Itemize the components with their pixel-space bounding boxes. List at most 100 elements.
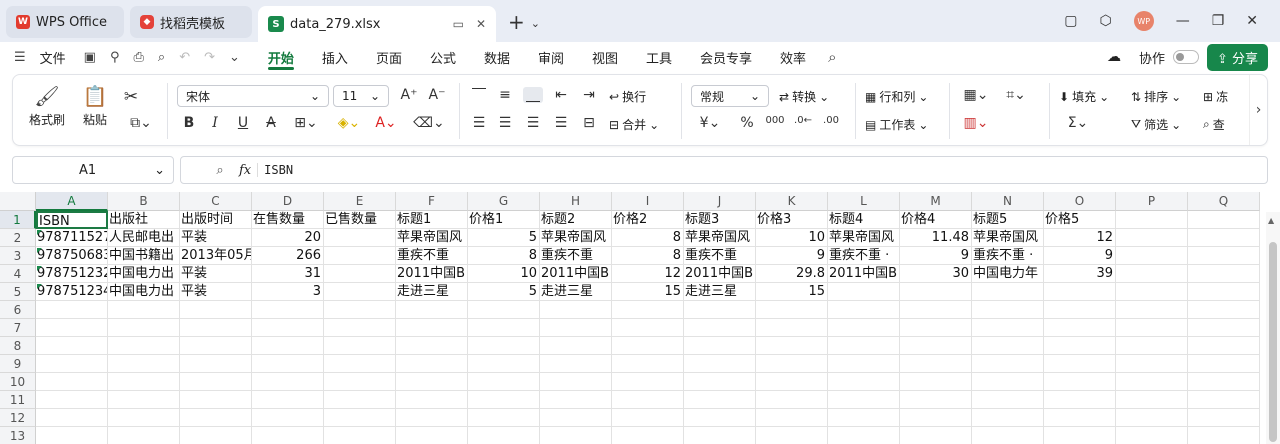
cell-c11[interactable] <box>180 391 252 409</box>
cell-i6[interactable] <box>612 301 684 319</box>
number-format-select[interactable]: 常规 ⌄ <box>691 85 769 107</box>
cell-j3[interactable]: 重疾不重 <box>684 247 756 265</box>
cell-c4[interactable]: 平装 <box>180 265 252 283</box>
cell-k4[interactable]: 29.8 <box>756 265 828 283</box>
decrease-font-icon[interactable]: A⁻ <box>427 87 447 103</box>
select-all-corner[interactable] <box>0 192 36 211</box>
cell-i9[interactable] <box>612 355 684 373</box>
cell-p4[interactable] <box>1116 265 1188 283</box>
cell-h6[interactable] <box>540 301 612 319</box>
column-header-i[interactable]: I <box>612 192 684 211</box>
formula-input[interactable]: ⌕ fx ISBN <box>180 156 1268 184</box>
cell-o13[interactable] <box>1044 427 1116 444</box>
cell-m12[interactable] <box>900 409 972 427</box>
cell-c5[interactable]: 平装 <box>180 283 252 301</box>
row-header-6[interactable]: 6 <box>0 301 36 319</box>
print-icon[interactable]: ⎙ <box>134 50 144 65</box>
cell-k7[interactable] <box>756 319 828 337</box>
column-header-j[interactable]: J <box>684 192 756 211</box>
cell-e2[interactable] <box>324 229 396 247</box>
column-header-b[interactable]: B <box>108 192 180 211</box>
cell-j4[interactable]: 2011中国B <box>684 265 756 283</box>
avatar[interactable]: WP <box>1133 11 1154 31</box>
currency-icon[interactable]: ¥⌄ <box>695 115 725 131</box>
cell-a9[interactable] <box>36 355 108 373</box>
hamburger-icon[interactable]: ☰ <box>14 50 26 65</box>
cell-o5[interactable] <box>1044 283 1116 301</box>
column-header-n[interactable]: N <box>972 192 1044 211</box>
cell-f11[interactable] <box>396 391 468 409</box>
cell-b4[interactable]: 中国电力出 <box>108 265 180 283</box>
cell-i1[interactable]: 价格2 <box>612 211 684 229</box>
cell-a11[interactable] <box>36 391 108 409</box>
minimize-icon[interactable]: — <box>1176 13 1190 29</box>
cell-p7[interactable] <box>1116 319 1188 337</box>
tablet-mode-icon[interactable]: ▢ <box>1064 13 1077 29</box>
cell-j8[interactable] <box>684 337 756 355</box>
column-header-p[interactable]: P <box>1116 192 1188 211</box>
cell-o12[interactable] <box>1044 409 1116 427</box>
cell-c6[interactable] <box>180 301 252 319</box>
cell-k6[interactable] <box>756 301 828 319</box>
cell-i7[interactable] <box>612 319 684 337</box>
cell-h13[interactable] <box>540 427 612 444</box>
increase-decimal-icon[interactable]: .0← <box>793 115 813 126</box>
cell-g3[interactable]: 8 <box>468 247 540 265</box>
cell-m7[interactable] <box>900 319 972 337</box>
cell-p11[interactable] <box>1116 391 1188 409</box>
align-right-icon[interactable]: ☰ <box>523 115 543 131</box>
search-icon[interactable]: ⌕ <box>828 48 836 66</box>
cell-l10[interactable] <box>828 373 900 391</box>
tab-wps-office[interactable]: W WPS Office <box>6 6 124 38</box>
cell-h3[interactable]: 重疾不重 <box>540 247 612 265</box>
row-header-9[interactable]: 9 <box>0 355 36 373</box>
row-header-12[interactable]: 12 <box>0 409 36 427</box>
tab-insert[interactable]: 插入 <box>308 42 362 72</box>
tab-formula[interactable]: 公式 <box>416 42 470 72</box>
cell-b10[interactable] <box>108 373 180 391</box>
cell-j5[interactable]: 走进三星 <box>684 283 756 301</box>
column-header-g[interactable]: G <box>468 192 540 211</box>
cell-p13[interactable] <box>1116 427 1188 444</box>
cell-j10[interactable] <box>684 373 756 391</box>
cell-o7[interactable] <box>1044 319 1116 337</box>
cell-i10[interactable] <box>612 373 684 391</box>
border-icon[interactable]: ⊞⌄ <box>291 115 321 131</box>
cell-q7[interactable] <box>1188 319 1260 337</box>
merge-button[interactable]: ⊟ 合并 ⌄ <box>609 116 659 133</box>
column-header-f[interactable]: F <box>396 192 468 211</box>
rows-columns-button[interactable]: ▦ 行和列 ⌄ <box>865 88 928 105</box>
tab-home[interactable]: 开始 <box>254 42 308 72</box>
cell-b9[interactable] <box>108 355 180 373</box>
cell-f4[interactable]: 2011中国B <box>396 265 468 283</box>
cell-e4[interactable] <box>324 265 396 283</box>
cell-a6[interactable] <box>36 301 108 319</box>
cell-d7[interactable] <box>252 319 324 337</box>
paste-button[interactable]: 📋 粘贴 <box>75 85 115 128</box>
cell-p9[interactable] <box>1116 355 1188 373</box>
cell-g9[interactable] <box>468 355 540 373</box>
cell-b5[interactable]: 中国电力出 <box>108 283 180 301</box>
cell-a13[interactable] <box>36 427 108 444</box>
share-link-icon[interactable]: ⚲ <box>110 50 120 65</box>
cell-k1[interactable]: 价格3 <box>756 211 828 229</box>
share-button[interactable]: ⇪ 分享 <box>1206 43 1268 71</box>
cell-a8[interactable] <box>36 337 108 355</box>
cell-j1[interactable]: 标题3 <box>684 211 756 229</box>
cell-l12[interactable] <box>828 409 900 427</box>
cell-j6[interactable] <box>684 301 756 319</box>
tab-efficiency[interactable]: 效率 <box>766 42 820 72</box>
row-header-1[interactable]: 1 <box>0 211 36 229</box>
cell-a2[interactable]: 978711527 <box>36 229 108 247</box>
font-color-icon[interactable]: A⌄ <box>371 115 401 131</box>
cell-i5[interactable]: 15 <box>612 283 684 301</box>
cell-q9[interactable] <box>1188 355 1260 373</box>
cell-k2[interactable]: 10 <box>756 229 828 247</box>
cell-o10[interactable] <box>1044 373 1116 391</box>
tab-data[interactable]: 数据 <box>470 42 524 72</box>
cell-l11[interactable] <box>828 391 900 409</box>
cell-e11[interactable] <box>324 391 396 409</box>
cell-g13[interactable] <box>468 427 540 444</box>
column-header-l[interactable]: L <box>828 192 900 211</box>
new-tab-icon[interactable]: + <box>508 10 525 34</box>
